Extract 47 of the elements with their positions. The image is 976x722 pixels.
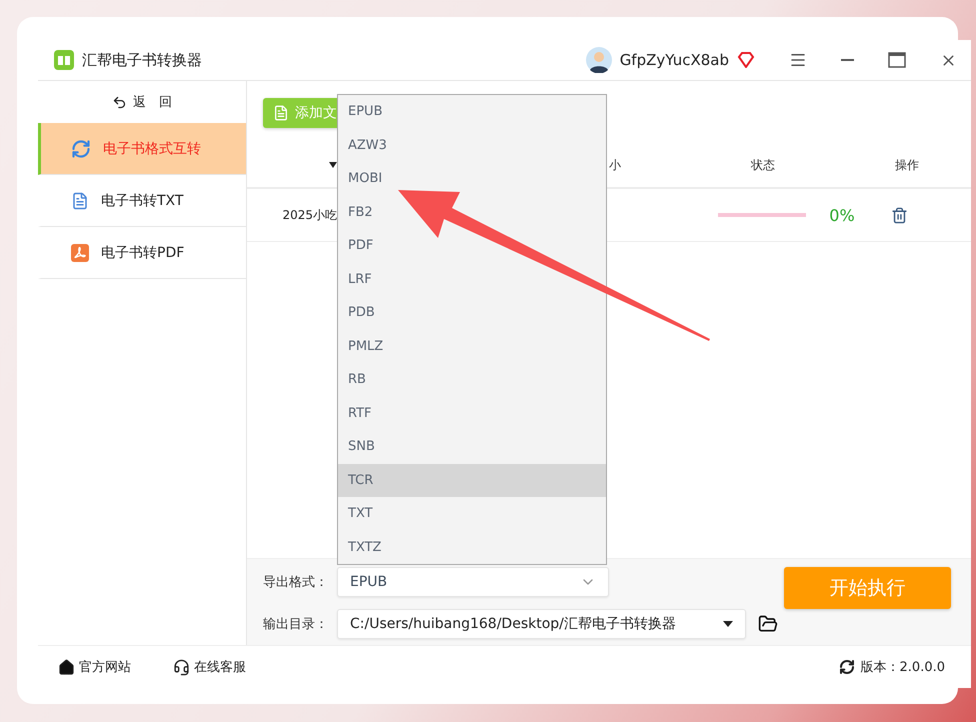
dropdown-option[interactable]: TXT <box>338 497 606 530</box>
dropdown-option[interactable]: PDF <box>338 229 606 262</box>
gem-icon[interactable] <box>737 52 755 68</box>
refresh-icon <box>71 138 91 158</box>
document-icon <box>71 192 89 210</box>
dropdown-option[interactable]: MOBI <box>338 162 606 196</box>
menu-button[interactable] <box>789 51 807 69</box>
dropdown-option[interactable]: PMLZ <box>338 330 606 363</box>
back-arrow-icon <box>112 94 127 110</box>
sort-icon[interactable] <box>329 162 337 168</box>
format-select[interactable]: EPUB <box>337 567 609 597</box>
pdf-icon <box>71 244 89 262</box>
minimize-icon <box>841 59 854 61</box>
field-label: 导出格式： <box>263 574 329 591</box>
website-link[interactable]: 官方网站 <box>58 658 131 676</box>
book-logo-icon <box>54 50 74 70</box>
dropdown-option[interactable]: TXTZ <box>338 530 606 564</box>
trash-icon[interactable] <box>890 206 908 224</box>
headset-icon <box>173 658 190 676</box>
dropdown-option[interactable]: TCR <box>338 464 606 497</box>
home-icon <box>58 658 75 676</box>
dropdown-option[interactable]: AZW3 <box>338 128 606 162</box>
dropdown-option[interactable]: PDB <box>338 296 606 330</box>
user-name[interactable]: GfpZyYucX8ab <box>620 51 729 69</box>
caret-icon <box>723 621 733 627</box>
maximize-button[interactable] <box>888 52 906 68</box>
back-button[interactable]: 返 回 <box>38 81 246 123</box>
avatar-icon[interactable] <box>586 47 612 73</box>
dropdown-option[interactable]: FB2 <box>338 196 606 229</box>
column-header: 操作 <box>895 156 919 174</box>
field-label: 输出目录： <box>263 616 329 633</box>
dropdown-option[interactable]: RB <box>338 363 606 396</box>
dropdown-option[interactable]: SNB <box>338 430 606 464</box>
support-link[interactable]: 在线客服 <box>173 658 246 676</box>
column-header: 小 <box>609 156 621 174</box>
app-title: 汇帮电子书转换器 <box>82 50 203 70</box>
file-name: 2025小吃 <box>282 206 337 224</box>
dropdown-option[interactable]: RTF <box>338 396 606 430</box>
sidebar-item[interactable]: 电子书格式互转 <box>38 123 246 175</box>
folder-icon[interactable] <box>758 614 778 634</box>
progress-percent: 0% <box>829 206 855 224</box>
column-header: 状态 <box>751 156 775 174</box>
dropdown-option[interactable]: LRF <box>338 262 606 296</box>
version-text: 版本：2.0.0.0 <box>860 659 945 676</box>
refresh-icon[interactable] <box>838 659 855 675</box>
document-icon <box>273 105 289 121</box>
output-dir-select[interactable]: C:/Users/huibang168/Desktop/汇帮电子书转换器 <box>337 609 746 639</box>
